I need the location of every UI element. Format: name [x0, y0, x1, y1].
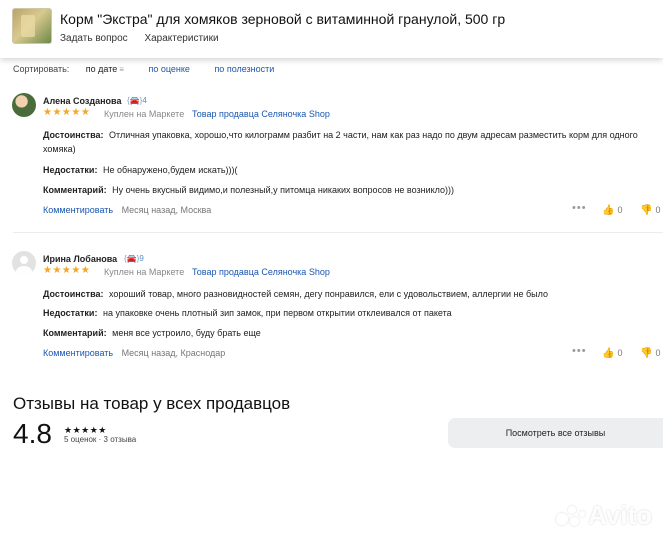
avatar[interactable]: [12, 93, 36, 117]
pros-text: Отличная упаковка, хорошо,что килограмм …: [43, 130, 638, 154]
divider: [13, 232, 663, 233]
sort-bar: Сортировать: по дате ≡ по оценке по полез…: [13, 64, 296, 74]
thumbs-up-icon: 👍: [602, 348, 615, 359]
bought-label: Куплен на Маркете: [104, 109, 185, 119]
thumbs-down-icon: 👎: [640, 348, 653, 359]
avito-watermark-text: Avito: [588, 500, 653, 530]
like-count: 0: [617, 205, 623, 215]
reviewer-badge: {🚘}4: [127, 96, 147, 105]
review-pros: Достоинства: хороший товар, много разнов…: [43, 287, 653, 301]
car-icon: {🚘}: [124, 254, 140, 263]
dislike-button[interactable]: 👎 0: [640, 205, 660, 216]
comment-button[interactable]: Комментировать: [43, 205, 113, 215]
review-cons: Недостатки: на упаковке очень плотный зи…: [43, 306, 653, 320]
cons-text: Не обнаружено,будем искать)))(: [102, 165, 238, 175]
product-thumbnail[interactable]: [12, 8, 52, 44]
view-all-reviews-button[interactable]: Посмотреть все отзывы: [448, 418, 663, 448]
dislike-count: 0: [655, 348, 661, 358]
dislike-count: 0: [655, 205, 661, 215]
comment-label: Комментарий:: [43, 185, 107, 195]
review-meta: Месяц назад, Москва: [121, 205, 212, 215]
avito-logo-icon: [556, 505, 586, 529]
pros-text: хороший товар, много разновидностей семя…: [109, 289, 548, 299]
cons-label: Недостатки:: [43, 308, 98, 318]
sort-by-date[interactable]: по дате ≡: [86, 64, 124, 74]
rating-counts: 5 оценок · 3 отзыва: [64, 435, 137, 444]
product-title: Корм "Экстра" для хомяков зерновой с вит…: [60, 11, 506, 27]
review-stars: ★★★★★: [43, 265, 91, 276]
review-footer: Комментировать Месяц назад, Краснодар: [43, 348, 225, 358]
review-cons: Недостатки: Не обнаружено,будем искать))…: [43, 163, 653, 177]
car-icon: {🚘}: [127, 96, 143, 105]
all-sellers-reviews-title: Отзывы на товар у всех продавцов: [13, 394, 291, 413]
header-links: Задать вопрос Характеристики: [60, 33, 233, 44]
seller-link[interactable]: Товар продавца Селяночка Shop: [192, 109, 330, 119]
ask-question-link[interactable]: Задать вопрос: [60, 33, 128, 44]
badge-count: 4: [142, 96, 147, 105]
cons-label: Недостатки:: [43, 165, 98, 175]
review-pros: Достоинства: Отличная упаковка, хорошо,ч…: [43, 128, 653, 156]
review-footer: Комментировать Месяц назад, Москва: [43, 205, 211, 215]
sort-label: Сортировать:: [13, 64, 70, 74]
product-header: Корм "Экстра" для хомяков зерновой с вит…: [0, 0, 663, 58]
avatar[interactable]: [12, 251, 36, 275]
review-author[interactable]: Ирина Лобанова: [43, 254, 117, 264]
sort-direction-icon: ≡: [119, 65, 124, 74]
review-comment: Комментарий: меня все устроило, буду бра…: [43, 326, 653, 340]
comment-text: меня все устроило, буду брать еще: [112, 328, 261, 338]
average-rating: 4.8: [13, 418, 52, 449]
badge-count: 9: [139, 254, 144, 263]
comment-button[interactable]: Комментировать: [43, 348, 113, 358]
review-author[interactable]: Алена Созданова: [43, 96, 121, 106]
dislike-button[interactable]: 👎 0: [640, 348, 660, 359]
like-button[interactable]: 👍 0: [602, 348, 622, 359]
review-stars: ★★★★★: [43, 107, 91, 118]
cons-text: на упаковке очень плотный зип замок, при…: [102, 308, 452, 318]
thumbs-up-icon: 👍: [602, 205, 615, 216]
more-options-icon[interactable]: •••: [572, 345, 587, 357]
thumbs-down-icon: 👎: [640, 205, 653, 216]
reviewer-badge: {🚘}9: [124, 254, 144, 263]
review-comment: Комментарий: Ну очень вкусный видимо,и п…: [43, 183, 653, 197]
seller-link[interactable]: Товар продавца Селяночка Shop: [192, 267, 330, 277]
sort-by-date-label: по дате: [85, 64, 118, 74]
sort-by-rating[interactable]: по оценке: [148, 64, 189, 74]
like-button[interactable]: 👍 0: [602, 205, 622, 216]
comment-label: Комментарий:: [43, 328, 107, 338]
review-meta: Месяц назад, Краснодар: [121, 348, 226, 358]
sort-by-usefulness[interactable]: по полезности: [214, 64, 274, 74]
comment-text: Ну очень вкусный видимо,и полезный,у пит…: [112, 185, 455, 195]
more-options-icon[interactable]: •••: [572, 202, 587, 214]
avito-watermark: Avito: [556, 500, 652, 531]
pros-label: Достоинства:: [43, 130, 104, 140]
pros-label: Достоинства:: [43, 289, 104, 299]
bought-label: Куплен на Маркете: [104, 267, 185, 277]
characteristics-link[interactable]: Характеристики: [144, 33, 218, 44]
like-count: 0: [617, 348, 623, 358]
